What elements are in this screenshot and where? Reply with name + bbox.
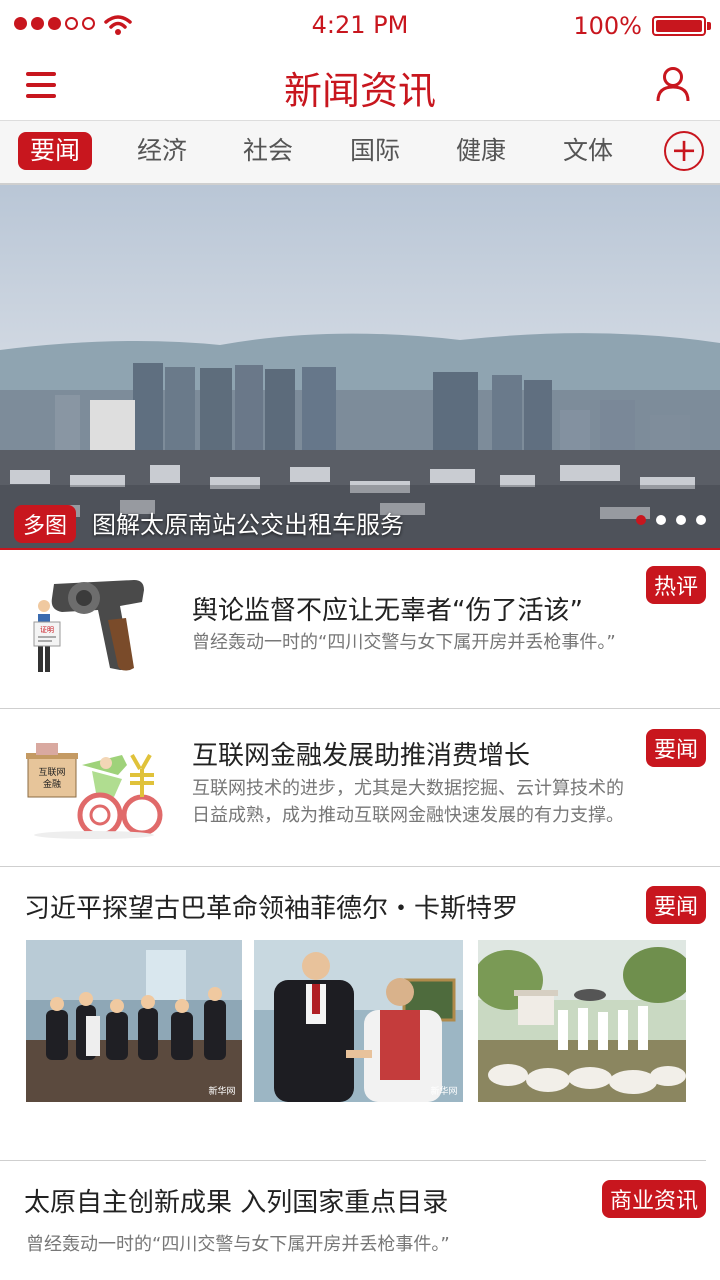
tab-guoji[interactable]: 国际 (338, 132, 412, 170)
svg-text:互联网: 互联网 (38, 767, 65, 778)
tab-shehui[interactable]: 社会 (231, 132, 305, 170)
news-tag-3[interactable]: 要闻 (645, 886, 706, 924)
news-title-2[interactable]: 互联网金融发展助推消费增长 (192, 735, 530, 772)
pager-dot-4[interactable] (696, 515, 706, 525)
news-title-1[interactable]: 舆论监督不应让无辜者“伤了活该” (192, 590, 583, 627)
news-photo-2[interactable]: 新华网 (254, 940, 463, 1102)
carousel-pager[interactable] (636, 515, 706, 525)
news-tag-2[interactable]: 要闻 (645, 729, 706, 767)
news-desc-1: 曾经轰动一时的“四川交警与女下属开房并丢枪事件。” (192, 632, 616, 653)
battery-tip (707, 22, 711, 30)
pager-dot-3[interactable] (676, 515, 686, 525)
news-title-3[interactable]: 习近平探望古巴革命领袖菲德尔・卡斯特罗 (24, 888, 518, 925)
news-photo-1[interactable]: 新华网 (26, 940, 242, 1102)
tab-jingji[interactable]: 经济 (125, 132, 199, 170)
svg-text:证明: 证明 (40, 626, 54, 634)
svg-text:新华网: 新华网 (208, 1085, 235, 1097)
app-header: 新闻资讯 (0, 52, 720, 121)
tab-wenti[interactable]: 文体 (551, 132, 625, 170)
hero-caption[interactable]: 图解太原南站公交出租车服务 (92, 505, 404, 540)
news-thumbnail-2[interactable]: 互联网 金融 (22, 735, 166, 843)
news-desc-2-line-2: 日益成熟，成为推动互联网金融快速发展的有力支撑。 (192, 805, 624, 826)
news-desc-2-line-1: 互联网技术的进步，尤其是大数据挖掘、云计算技术的 (192, 778, 624, 799)
svg-text:新华网: 新华网 (430, 1085, 457, 1097)
battery-percent: 100% (573, 12, 642, 40)
category-tabs: 要闻 经济 社会 国际 健康 文体 + (0, 121, 720, 185)
tab-yaowen[interactable]: 要闻 (18, 132, 92, 170)
status-bar: 4:21 PM 100% (0, 0, 720, 52)
divider (0, 1160, 706, 1161)
news-photo-3[interactable] (478, 940, 686, 1102)
tab-jiankang[interactable]: 健康 (444, 132, 518, 170)
hero-badge: 多图 (14, 505, 77, 543)
pager-dot-1[interactable] (636, 515, 646, 525)
user-icon[interactable] (656, 66, 690, 102)
pager-dot-2[interactable] (656, 515, 666, 525)
news-title-4[interactable]: 太原自主创新成果 入列国家重点目录 (24, 1182, 448, 1219)
page-title: 新闻资讯 (283, 69, 436, 113)
divider (0, 708, 720, 709)
svg-text:金融: 金融 (43, 778, 61, 790)
hero-cityscape-image (0, 185, 720, 548)
news-desc-4: 曾经轰动一时的“四川交警与女下属开房并丢枪事件。” (26, 1234, 450, 1255)
add-category-button[interactable]: + (664, 131, 704, 171)
news-tag-4[interactable]: 商业资讯 (601, 1180, 706, 1218)
news-tag-1[interactable]: 热评 (645, 566, 706, 604)
news-thumbnail-1[interactable]: 证明 (22, 570, 162, 680)
battery-icon (652, 16, 706, 36)
hero-banner[interactable] (0, 185, 720, 550)
divider (0, 866, 720, 867)
